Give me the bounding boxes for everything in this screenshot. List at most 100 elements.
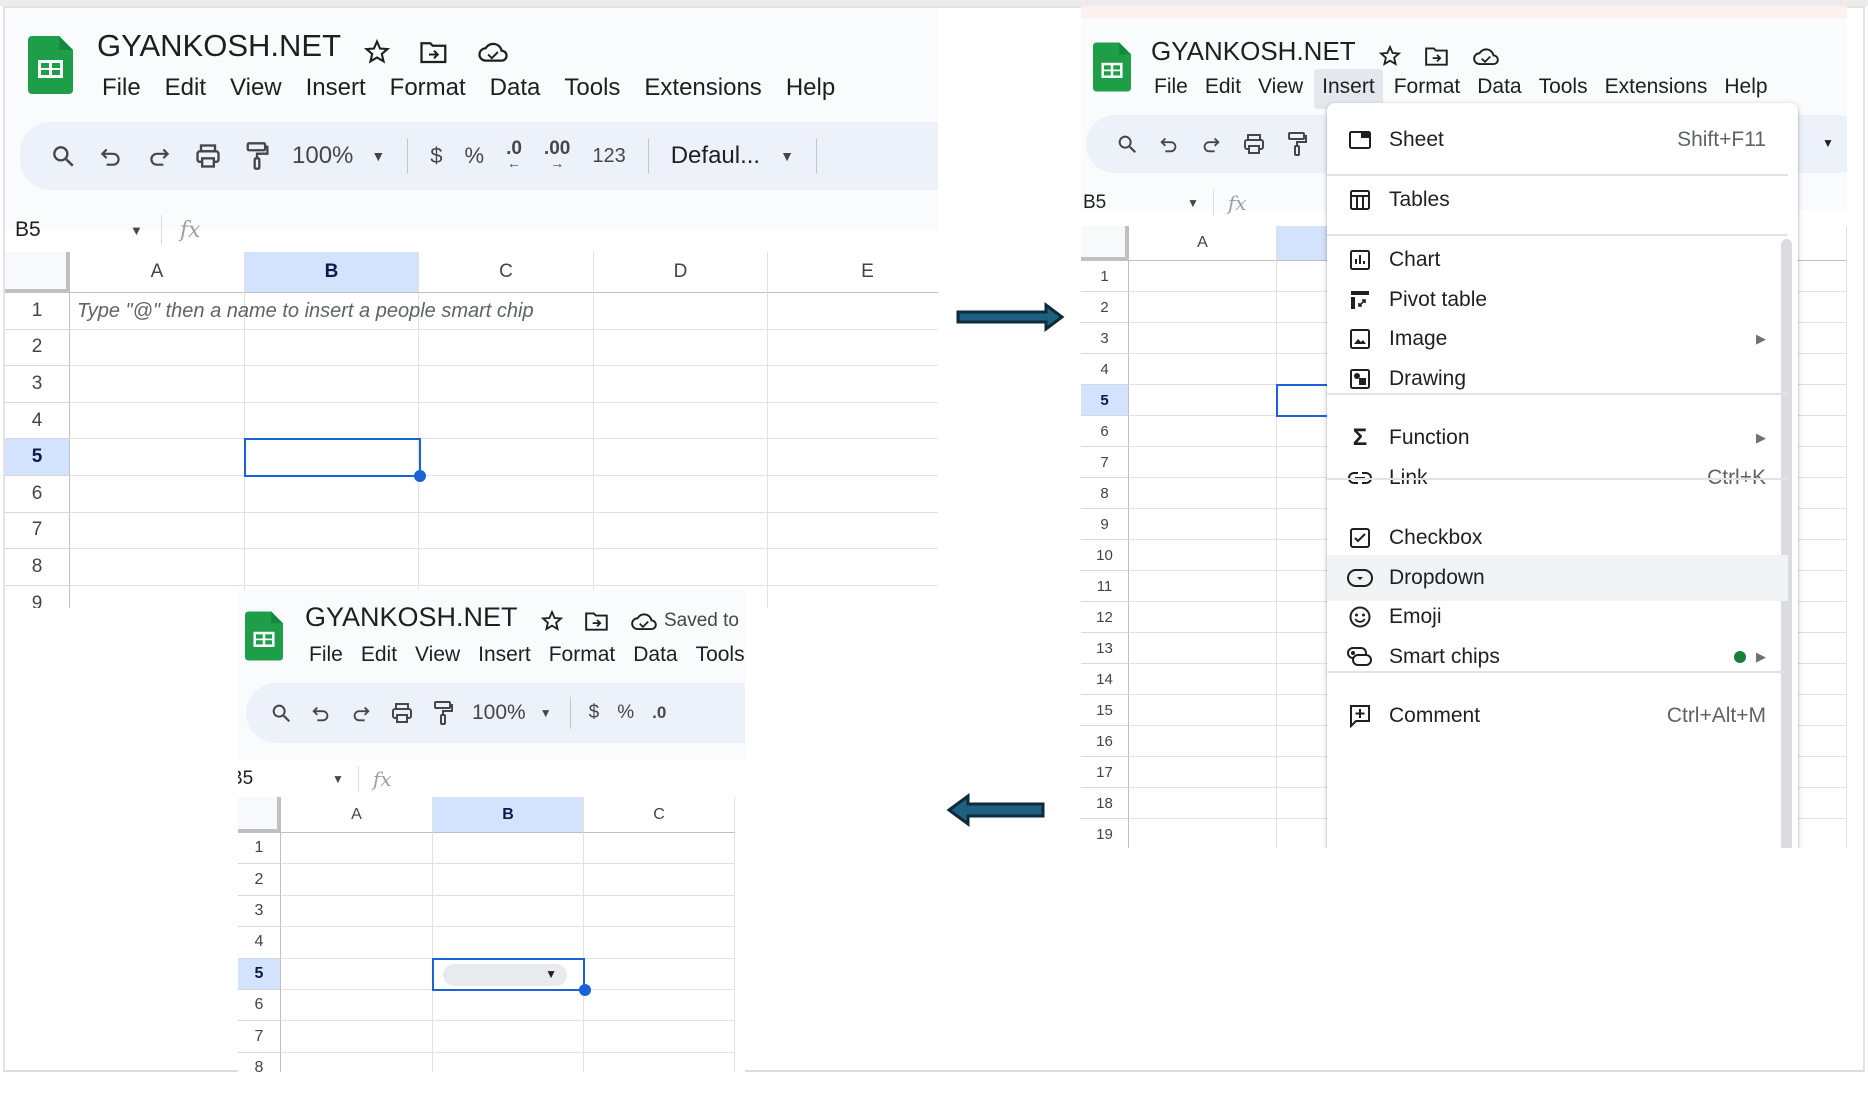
cell-A4[interactable] xyxy=(1129,354,1277,385)
cell-C7[interactable] xyxy=(419,512,594,550)
cell-C8[interactable] xyxy=(584,1052,735,1072)
cell-B3[interactable] xyxy=(245,366,419,403)
menu-view[interactable]: View xyxy=(1252,73,1309,109)
cell-D5[interactable] xyxy=(594,439,768,476)
cell-B6[interactable] xyxy=(433,990,584,1022)
row-header-1[interactable]: 1 xyxy=(238,833,281,865)
cell-B7[interactable] xyxy=(433,1021,584,1053)
currency-button[interactable]: $ xyxy=(589,702,600,724)
row-header-8[interactable]: 8 xyxy=(5,549,70,586)
cell-A5[interactable] xyxy=(1129,385,1277,416)
move-folder-icon[interactable] xyxy=(584,610,610,632)
cell-C5[interactable] xyxy=(584,958,735,990)
cell-E7[interactable] xyxy=(768,513,938,550)
cell-A1[interactable] xyxy=(281,833,433,865)
cell-E6[interactable] xyxy=(768,476,938,513)
print-icon[interactable] xyxy=(1242,132,1266,156)
decrease-decimal-button[interactable]: .0 xyxy=(652,703,666,723)
cell-E9[interactable] xyxy=(768,586,938,608)
cell-E3[interactable] xyxy=(768,366,938,403)
row-header-4[interactable]: 4 xyxy=(5,402,70,440)
cell-A5[interactable] xyxy=(281,958,433,990)
paint-format-icon[interactable] xyxy=(432,700,454,726)
cell-A6[interactable] xyxy=(281,990,433,1022)
menu-file[interactable]: File xyxy=(1148,73,1194,109)
cell-A4[interactable] xyxy=(70,402,245,440)
doc-title[interactable]: GYANKOSH.NET xyxy=(97,28,341,64)
row-header-3[interactable]: 3 xyxy=(1081,323,1129,354)
dropdown-chip[interactable]: ▼ xyxy=(443,963,567,986)
cell-E8[interactable] xyxy=(768,549,938,586)
decrease-decimal-button[interactable]: .0 ← xyxy=(506,139,522,170)
cell-A15[interactable] xyxy=(1129,695,1277,726)
row-header-6[interactable]: 6 xyxy=(1081,416,1129,447)
cell-E5[interactable] xyxy=(768,439,938,476)
percent-button[interactable]: % xyxy=(617,702,634,724)
cell-C6[interactable] xyxy=(419,476,594,513)
star-icon[interactable] xyxy=(363,38,391,66)
row-header-1[interactable]: 1 xyxy=(1081,261,1129,292)
cell-C2[interactable] xyxy=(419,329,594,367)
cell-C8[interactable] xyxy=(419,549,594,586)
select-all-corner[interactable] xyxy=(5,252,70,293)
column-header-c[interactable]: C xyxy=(584,797,735,833)
row-header-11[interactable]: 11 xyxy=(1081,571,1129,602)
menu-file[interactable]: File xyxy=(96,72,147,104)
font-select[interactable]: Defaul... ▼ xyxy=(671,142,794,170)
menu-format[interactable]: Format xyxy=(384,72,472,104)
row-header-5[interactable]: 5 xyxy=(1081,385,1129,416)
zoom-select[interactable]: 100% ▼ xyxy=(292,142,385,170)
redo-icon[interactable] xyxy=(146,143,172,169)
row-header-13[interactable]: 13 xyxy=(1081,633,1129,664)
cell-B8[interactable] xyxy=(433,1052,584,1072)
cell-A5[interactable] xyxy=(70,439,245,476)
row-header-4[interactable]: 4 xyxy=(238,927,281,959)
chevron-down-icon[interactable]: ▼ xyxy=(130,223,143,238)
cell-A2[interactable] xyxy=(281,864,433,896)
menu-format[interactable]: Format xyxy=(543,641,622,669)
search-icon[interactable] xyxy=(1116,133,1138,155)
doc-title[interactable]: GYANKOSH.NET xyxy=(305,602,518,633)
menu-view[interactable]: View xyxy=(409,641,466,669)
cell-E2[interactable] xyxy=(768,330,938,367)
menu-item-comment[interactable]: Comment Ctrl+Alt+M xyxy=(1327,693,1788,739)
column-header-b[interactable]: B xyxy=(433,797,584,833)
menu-item-drawing[interactable]: Drawing xyxy=(1327,356,1788,402)
cell-A6[interactable] xyxy=(1129,416,1277,447)
number-format-button[interactable]: 123 xyxy=(592,145,625,168)
menu-file[interactable]: File xyxy=(303,641,349,669)
cell-C1[interactable] xyxy=(584,833,735,865)
row-header-6[interactable]: 6 xyxy=(5,476,70,513)
menu-extensions[interactable]: Extensions xyxy=(638,72,767,104)
row-header-2[interactable]: 2 xyxy=(1081,292,1129,323)
cell-A3[interactable] xyxy=(281,895,433,928)
row-header-19[interactable]: 19 xyxy=(1081,819,1129,848)
cell-A11[interactable] xyxy=(1129,571,1277,602)
row-header-5[interactable]: 5 xyxy=(238,958,281,990)
cell-C3[interactable] xyxy=(419,366,594,403)
cell-A2[interactable] xyxy=(1129,292,1277,323)
cell-A9[interactable] xyxy=(70,585,245,608)
cell-A9[interactable] xyxy=(1129,509,1277,540)
row-header-1[interactable]: 1 xyxy=(5,293,70,330)
row-header-3[interactable]: 3 xyxy=(5,366,70,403)
row-header-2[interactable]: 2 xyxy=(5,329,70,367)
row-header-4[interactable]: 4 xyxy=(1081,354,1129,385)
cell-C4[interactable] xyxy=(584,927,735,959)
menu-item-sheet[interactable]: Sheet Shift+F11 xyxy=(1327,117,1788,163)
cell-B2[interactable] xyxy=(245,329,419,367)
cloud-saved-icon[interactable]: Saved to xyxy=(630,610,739,632)
column-header-d[interactable]: D xyxy=(594,252,768,293)
move-folder-icon[interactable] xyxy=(1424,45,1450,67)
doc-title[interactable]: GYANKOSH.NET xyxy=(1151,36,1356,67)
column-header-a[interactable]: A xyxy=(70,252,245,293)
select-all-corner[interactable] xyxy=(1081,226,1129,261)
row-header-7[interactable]: 7 xyxy=(1081,447,1129,478)
cell-B3[interactable] xyxy=(433,895,584,928)
row-header-9[interactable]: 9 xyxy=(5,585,70,608)
cell-C3[interactable] xyxy=(584,895,735,928)
cell-B6[interactable] xyxy=(245,476,419,513)
row-header-2[interactable]: 2 xyxy=(238,864,281,896)
column-header-a[interactable]: A xyxy=(281,797,433,833)
menu-help[interactable]: Help xyxy=(780,72,841,104)
